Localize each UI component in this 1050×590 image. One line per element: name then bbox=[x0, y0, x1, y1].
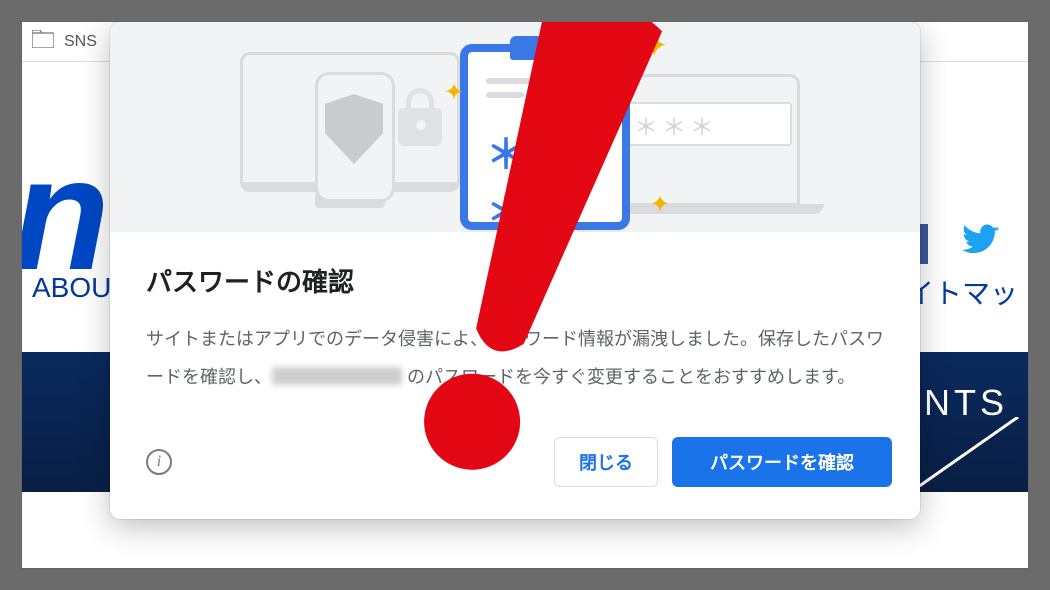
twitter-icon[interactable] bbox=[958, 222, 1004, 265]
nav-right-fragment[interactable]: イトマッ bbox=[906, 272, 1018, 312]
sparkle-icon: ✦ bbox=[640, 26, 669, 66]
close-button[interactable]: 閉じる bbox=[554, 437, 658, 487]
folder-icon bbox=[32, 30, 54, 53]
confirm-button-label: パスワードを確認 bbox=[710, 449, 854, 475]
close-button-label: 閉じる bbox=[579, 449, 633, 475]
clipboard-icon: ＊＊＊ bbox=[460, 44, 630, 230]
dialog-title: パスワードの確認 bbox=[146, 262, 884, 299]
dialog-illustration: ＊＊＊＊ ＊＊＊ ✦ ✦ ✦ bbox=[110, 22, 920, 232]
redacted-site-name bbox=[272, 367, 402, 385]
dialog-description: サイトまたはアプリでのデータ侵害によ、パスワード情報が漏洩しました。保存したパス… bbox=[146, 321, 884, 397]
bookmark-folder-label[interactable]: SNS bbox=[64, 33, 97, 51]
hero-diagonal-line bbox=[908, 417, 1028, 487]
password-check-dialog: ＊＊＊＊ ＊＊＊ ✦ ✦ ✦ パスワードの確認 サイトまたはアプリでのデータ侵害… bbox=[110, 22, 920, 519]
sparkle-icon: ✦ bbox=[444, 78, 464, 107]
info-icon[interactable]: i bbox=[146, 449, 172, 475]
confirm-password-button[interactable]: パスワードを確認 bbox=[672, 437, 892, 487]
sparkle-icon: ✦ bbox=[650, 190, 670, 219]
